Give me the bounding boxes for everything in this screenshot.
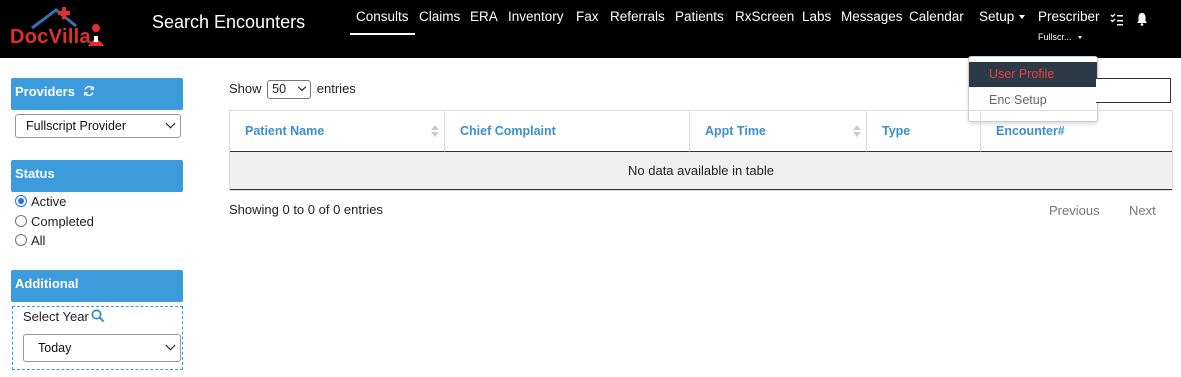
caret-down-icon xyxy=(1077,36,1082,40)
nav-era[interactable]: ERA xyxy=(470,9,498,24)
menu-item-user-profile[interactable]: User Profile xyxy=(969,62,1097,87)
logo-text: DocVilla xyxy=(10,26,91,48)
search-icon[interactable] xyxy=(91,309,105,323)
status-option-label: All xyxy=(31,233,46,248)
status-radio-completed[interactable]: Completed xyxy=(15,214,94,229)
column-header-label: Chief Complaint xyxy=(460,124,556,138)
show-label: Show xyxy=(229,80,262,96)
status-option-label: Completed xyxy=(31,214,94,229)
column-header-patient-name[interactable]: Patient Name xyxy=(230,111,445,152)
column-header-label: Patient Name xyxy=(245,124,325,138)
top-navbar: DocVilla Search Encounters Consults Clai… xyxy=(0,0,1181,58)
select-year-label: Select Year xyxy=(23,309,89,324)
column-header-label: Appt Time xyxy=(705,124,766,138)
providers-title: Providers xyxy=(15,84,75,99)
nav-setup-label: Setup xyxy=(979,9,1015,24)
previous-page-button[interactable]: Previous xyxy=(1049,203,1100,218)
page-size-select[interactable]: 50 xyxy=(267,80,312,99)
nav-inventory[interactable]: Inventory xyxy=(508,9,564,24)
status-title: Status xyxy=(15,166,55,181)
nav-labs[interactable]: Labs xyxy=(802,9,831,24)
column-header-label: Type xyxy=(882,124,911,138)
chevron-down-icon xyxy=(165,118,176,129)
column-header-encounter[interactable]: Encounter# xyxy=(981,111,1172,152)
nav-referrals[interactable]: Referrals xyxy=(610,9,665,24)
refresh-icon[interactable] xyxy=(83,85,95,97)
column-header-appt-time[interactable]: Appt Time xyxy=(690,111,867,152)
nav-prescriber[interactable]: Prescriber xyxy=(1038,9,1100,24)
page-title: Search Encounters xyxy=(152,12,306,32)
bell-icon[interactable] xyxy=(1135,12,1149,26)
column-header-chief-complaint[interactable]: Chief Complaint xyxy=(445,111,690,152)
table-info: Showing 0 to 0 of 0 entries xyxy=(229,202,383,217)
providers-panel-header: Providers xyxy=(11,78,183,110)
additional-panel-header: Additional xyxy=(11,270,183,302)
prescriber-selector[interactable]: Fullscr... xyxy=(1038,32,1082,42)
column-header-label: Encounter# xyxy=(996,124,1065,138)
table-search-input[interactable] xyxy=(1096,78,1171,103)
nav-fax[interactable]: Fax xyxy=(576,9,599,24)
radio-button[interactable] xyxy=(15,234,27,246)
nav-consults[interactable]: Consults xyxy=(350,9,415,35)
checklist-icon[interactable] xyxy=(1110,12,1124,26)
column-header-type[interactable]: Type xyxy=(867,111,981,152)
radio-button[interactable] xyxy=(15,215,27,227)
nav-setup-dropdown[interactable]: Setup xyxy=(979,9,1026,24)
status-option-label: Active xyxy=(31,194,67,209)
chevron-down-icon xyxy=(297,82,307,92)
page-size-control: Show 50 entries xyxy=(229,80,356,99)
provider-select[interactable]: Fullscript Provider xyxy=(15,114,181,138)
prescriber-name: Fullscr... xyxy=(1038,32,1072,42)
nav-rxscreen[interactable]: RxScreen xyxy=(735,9,794,24)
encounters-table: Patient Name Chief Complaint Appt Time T… xyxy=(229,110,1173,191)
status-radio-all[interactable]: All xyxy=(15,233,45,248)
status-radio-active[interactable]: Active xyxy=(15,194,66,209)
sort-icon xyxy=(853,125,861,139)
sort-icon xyxy=(431,125,439,139)
next-page-button[interactable]: Next xyxy=(1129,203,1156,218)
status-panel-header: Status xyxy=(11,160,183,192)
select-year-text: Select Year xyxy=(23,309,89,324)
provider-select-value: Fullscript Provider xyxy=(26,119,127,133)
caret-down-icon xyxy=(1019,15,1026,20)
radio-button-checked[interactable] xyxy=(15,195,27,207)
page-size-value: 50 xyxy=(272,82,287,96)
nav-calendar[interactable]: Calendar xyxy=(909,9,964,24)
additional-title: Additional xyxy=(15,276,79,291)
nav-messages[interactable]: Messages xyxy=(841,9,903,24)
year-select[interactable]: Today xyxy=(23,334,181,362)
empty-table-message: No data available in table xyxy=(230,152,1172,190)
year-select-value: Today xyxy=(38,341,72,355)
chevron-down-icon xyxy=(165,340,176,351)
entries-label: entries xyxy=(316,80,356,96)
nav-claims[interactable]: Claims xyxy=(419,9,460,24)
logo[interactable]: DocVilla xyxy=(8,6,114,50)
nav-patients[interactable]: Patients xyxy=(675,9,724,24)
